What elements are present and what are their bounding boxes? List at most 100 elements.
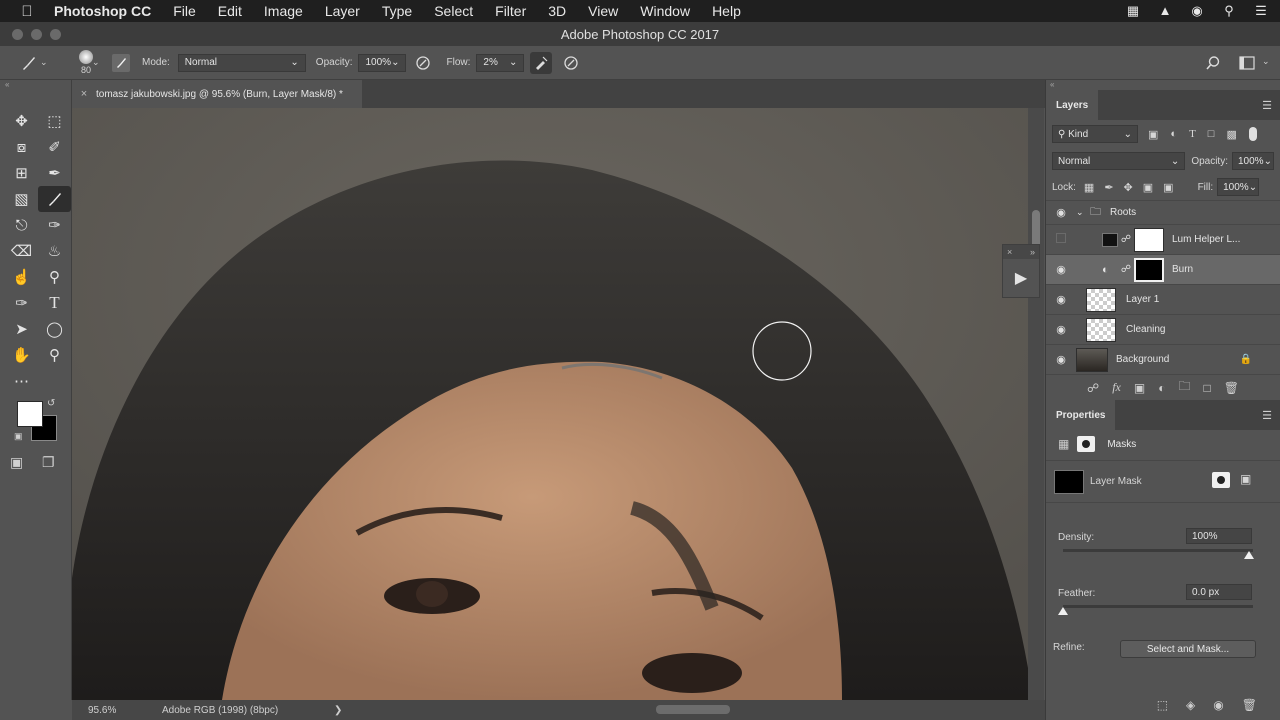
adjustment-filter-icon[interactable]: ◐ (1170, 128, 1177, 140)
dodge-tool-icon[interactable]: ⚲ (38, 264, 71, 290)
horizontal-scroll-thumb[interactable] (656, 705, 730, 714)
pixel-filter-icon[interactable]: ▣ (1148, 128, 1158, 141)
play-action-icon[interactable]: ▶ (1003, 259, 1039, 297)
toggle-mask-visibility-icon[interactable]: ◉ (1213, 698, 1223, 712)
workspace-chevron-icon[interactable]: ⌄ (1262, 56, 1270, 67)
visibility-eye-icon[interactable]: ◉ (1046, 206, 1076, 219)
menu-type[interactable]: Type (371, 3, 423, 19)
more-tools-icon[interactable]: ⋯ (5, 368, 38, 394)
expand-icon[interactable]: » (1030, 247, 1035, 257)
tool-preset-picker[interactable]: ⌄ (0, 52, 62, 74)
lock-position-icon[interactable]: ✥ (1124, 181, 1133, 194)
density-slider-knob[interactable] (1244, 551, 1254, 559)
quick-mask-icon[interactable]: ▣ (10, 454, 23, 471)
new-adjustment-icon[interactable]: ◐ (1158, 381, 1165, 395)
layer-row-layer-1[interactable]: ◉ Layer 1 (1046, 284, 1280, 314)
fill-input[interactable]: 100% ⌄ (1217, 178, 1260, 196)
hand-tool-icon[interactable]: ✋ (5, 342, 38, 368)
zoom-tool-icon[interactable]: ⚲ (38, 342, 71, 368)
close-icon[interactable]: × (1007, 247, 1012, 257)
mask-thumbnail[interactable] (1134, 257, 1164, 282)
eraser-tool-icon[interactable]: ⌫ (5, 238, 38, 264)
vertical-scrollbar[interactable] (1028, 108, 1044, 700)
brush-tool-icon[interactable] (38, 186, 71, 212)
panel-menu-icon[interactable]: ☰ (1262, 99, 1272, 112)
visibility-off-box[interactable] (1046, 233, 1076, 246)
select-and-mask-button[interactable]: Select and Mask... (1120, 640, 1256, 658)
marquee-tool-icon[interactable]: ⬚ (38, 108, 71, 134)
history-brush-tool-icon[interactable]: ✑ (38, 212, 71, 238)
status-arrow-icon[interactable]: ❯ (334, 705, 342, 716)
minimize-window-icon[interactable] (31, 29, 42, 40)
search-icon[interactable] (1202, 52, 1224, 74)
collapse-panels-icon[interactable]: « (1046, 80, 1280, 90)
layer-row-roots[interactable]: ◉ ⌄ 🗀 Roots (1046, 200, 1280, 224)
clone-stamp-tool-icon[interactable]: ⎋ (5, 212, 38, 238)
lock-all-icon[interactable]: ▣ (1163, 181, 1173, 194)
filter-toggle-icon[interactable] (1248, 127, 1257, 141)
lock-image-icon[interactable]: ✒ (1104, 181, 1113, 194)
pressure-opacity-icon[interactable] (412, 52, 434, 74)
menu-window[interactable]: Window (629, 3, 701, 19)
tab-layers[interactable]: Layers (1046, 90, 1099, 120)
close-document-icon[interactable]: × (72, 88, 96, 100)
link-layers-icon[interactable]: ☍ (1087, 381, 1099, 395)
apple-menu-icon[interactable]:  (0, 3, 54, 20)
swap-colors-icon[interactable]: ↺ (47, 398, 55, 409)
lock-artboard-icon[interactable]: ▣ (1143, 181, 1153, 194)
mode-select[interactable]: Normal ⌄ (177, 53, 306, 72)
zoom-level[interactable]: 95.6% (72, 705, 134, 716)
panel-menu-icon[interactable]: ☰ (1262, 409, 1272, 422)
pressure-size-icon[interactable] (560, 52, 582, 74)
healing-brush-tool-icon[interactable]: ▧ (5, 186, 38, 212)
menu-app[interactable]: Photoshop CC (54, 3, 162, 19)
window-tiles-icon[interactable]: ▦ (1124, 4, 1142, 18)
airplay-icon[interactable]: ▲ (1156, 4, 1174, 18)
spotlight-search-icon[interactable]: ⚲ (1220, 4, 1238, 18)
menu-select[interactable]: Select (423, 3, 484, 19)
visibility-eye-icon[interactable]: ◉ (1046, 263, 1076, 276)
visibility-eye-icon[interactable]: ◉ (1046, 353, 1076, 366)
lasso-tool-icon[interactable]: ⧇ (5, 134, 38, 160)
menu-3d[interactable]: 3D (537, 3, 577, 19)
apply-mask-icon[interactable]: ◈ (1186, 698, 1195, 712)
brush-preset-chevron-icon[interactable]: ⌄ (92, 57, 110, 68)
link-chain-icon[interactable]: ☍ (1118, 234, 1134, 245)
menu-layer[interactable]: Layer (314, 3, 371, 19)
path-selection-tool-icon[interactable]: ➤ (5, 316, 38, 342)
ellipse-tool-icon[interactable]: ◯ (38, 316, 71, 342)
density-input[interactable]: 100% (1186, 528, 1252, 544)
layer-row-burn[interactable]: ◉ ◐ ☍ Burn (1046, 254, 1280, 284)
crop-tool-icon[interactable]: ⊞ (5, 160, 38, 186)
document-tab[interactable]: × tomasz jakubowski.jpg @ 95.6% (Burn, L… (72, 80, 362, 108)
fx-icon[interactable]: fx (1112, 380, 1121, 395)
layer-row-background[interactable]: ◉ Background 🔒 (1046, 344, 1280, 374)
screen-record-icon[interactable]: ◉ (1188, 4, 1206, 18)
workspace-switcher-icon[interactable] (1236, 52, 1258, 74)
delete-mask-icon[interactable]: 🗑 (1242, 698, 1257, 712)
document-canvas[interactable] (72, 108, 1028, 700)
new-layer-icon[interactable]: □ (1203, 381, 1210, 395)
menu-image[interactable]: Image (253, 3, 314, 19)
screen-mode-icon[interactable]: ❐ (42, 454, 55, 471)
pen-tool-icon[interactable]: ✑ (5, 290, 38, 316)
foreground-color-swatch[interactable] (17, 401, 43, 427)
brush-panel-toggle-icon[interactable] (112, 53, 130, 72)
layer-row-cleaning[interactable]: ◉ Cleaning (1046, 314, 1280, 344)
zoom-window-icon[interactable] (50, 29, 61, 40)
close-window-icon[interactable] (12, 29, 23, 40)
layer-opacity-input[interactable]: 100% ⌄ (1232, 152, 1274, 170)
mask-thumbnail[interactable] (1134, 227, 1164, 252)
opacity-input[interactable]: 100% ⌄ (358, 53, 407, 72)
feather-slider-track[interactable] (1063, 605, 1253, 608)
menu-view[interactable]: View (577, 3, 629, 19)
paint-bucket-tool-icon[interactable]: ♨ (38, 238, 71, 264)
lock-transparent-icon[interactable]: ▦ (1084, 181, 1094, 194)
blend-mode-select[interactable]: Normal ⌄ (1052, 152, 1186, 170)
density-slider-track[interactable] (1063, 549, 1253, 552)
notification-list-icon[interactable]: ☰ (1252, 4, 1270, 18)
menu-file[interactable]: File (162, 3, 207, 19)
feather-input[interactable]: 0.0 px (1186, 584, 1252, 600)
move-tool-icon[interactable]: ✥ (5, 108, 38, 134)
add-vector-mask-icon[interactable]: ▣ (1240, 472, 1251, 486)
